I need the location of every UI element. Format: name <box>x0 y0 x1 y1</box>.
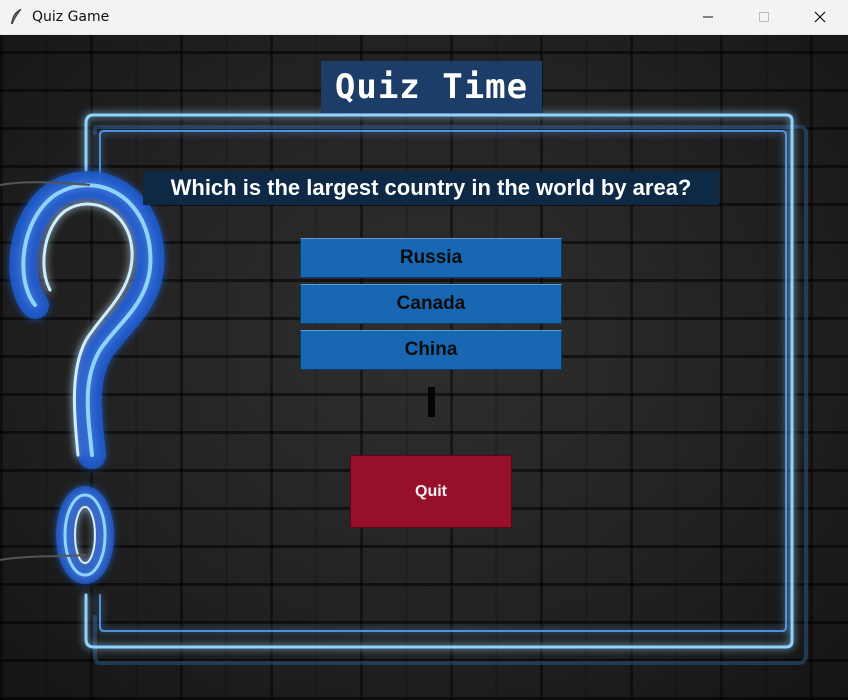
answer-button-1[interactable]: Russia <box>300 238 562 278</box>
quiz-canvas: Quiz Time Which is the largest country i… <box>0 35 848 700</box>
close-button[interactable] <box>792 0 848 34</box>
window-controls <box>680 0 848 34</box>
feather-icon <box>8 8 24 26</box>
quiz-game-window: Quiz Game Quiz Time Which is the largest… <box>0 0 848 700</box>
quit-button[interactable]: Quit <box>350 455 512 528</box>
minimize-icon <box>703 16 713 18</box>
maximize-button[interactable] <box>736 0 792 34</box>
title-bar[interactable]: Quiz Game <box>0 0 848 35</box>
answer-button-3[interactable]: China <box>300 330 562 370</box>
minimize-button[interactable] <box>680 0 736 34</box>
close-icon <box>814 11 826 23</box>
quiz-title: Quiz Time <box>321 61 542 113</box>
maximize-icon <box>759 12 769 22</box>
feedback-label <box>428 387 435 417</box>
window-title: Quiz Game <box>32 9 110 25</box>
question-text: Which is the largest country in the worl… <box>143 171 719 205</box>
answer-button-2[interactable]: Canada <box>300 284 562 324</box>
